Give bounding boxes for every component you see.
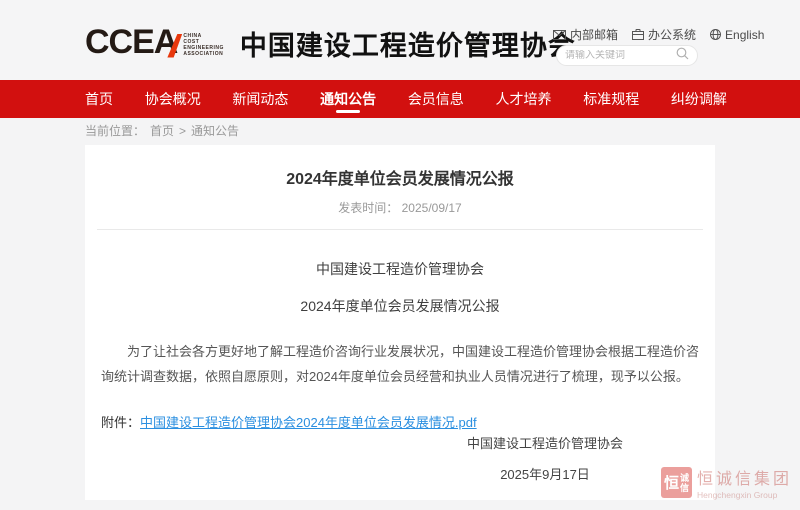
search-input[interactable] xyxy=(565,50,676,61)
nav-item-disputes[interactable]: 纠纷调解 xyxy=(671,80,727,118)
nav-item-notices[interactable]: 通知公告 xyxy=(320,80,376,118)
logo-letter-a-swoosh: A xyxy=(154,22,178,62)
article-body-heading-2: 2024年度单位会员发展情况公报 xyxy=(85,296,715,316)
breadcrumb-prefix: 当前位置： xyxy=(85,122,145,139)
breadcrumb: 当前位置： 首页 > 通知公告 xyxy=(85,122,239,139)
search-box[interactable] xyxy=(556,45,698,66)
internal-mail-label: 内部邮箱 xyxy=(570,26,618,43)
article-body-heading-1: 中国建设工程造价管理协会 xyxy=(85,259,715,279)
nav-item-members[interactable]: 会员信息 xyxy=(408,80,464,118)
article-card: 2024年度单位会员发展情况公报 发表时间： 2025/09/17 中国建设工程… xyxy=(85,145,715,500)
logo-subtext: CHINA COST ENGINEERING ASSOCIATION xyxy=(183,33,224,57)
english-label: English xyxy=(725,28,764,42)
hengchengxin-logo-icon: 恒 诚 信 xyxy=(661,467,692,498)
logo-acronym: CCEA xyxy=(85,22,177,62)
watermark: 恒 诚 信 恒诚信集团 Hengchengxin Group xyxy=(661,465,792,500)
watermark-logo-char: 恒 xyxy=(664,472,679,493)
article-paragraph: 为了让社会各方更好地了解工程造价咨询行业发展状况，中国建设工程造价管理协会根据工… xyxy=(101,339,699,389)
watermark-logo-char: 诚 xyxy=(680,473,689,483)
header: CCEA CHINA COST ENGINEERING ASSOCIATION … xyxy=(0,0,800,80)
english-link[interactable]: English xyxy=(710,28,764,42)
watermark-name: 恒诚信集团 xyxy=(697,465,792,489)
search-icon[interactable] xyxy=(676,47,689,65)
office-system-link[interactable]: 办公系统 xyxy=(632,26,696,43)
signature-block: 中国建设工程造价管理协会 2025年9月17日 xyxy=(430,433,660,483)
attachment-row: 附件：中国建设工程造价管理协会2024年度单位会员发展情况.pdf xyxy=(101,412,715,431)
nav-item-standards[interactable]: 标准规程 xyxy=(583,80,639,118)
attachment-label: 附件： xyxy=(101,415,140,430)
internal-mail-link[interactable]: 内部邮箱 xyxy=(553,26,618,43)
nav-item-talent[interactable]: 人才培养 xyxy=(496,80,552,118)
globe-icon xyxy=(710,29,721,40)
main-nav: 首页 协会概况 新闻动态 通知公告 会员信息 人才培养 标准规程 纠纷调解 xyxy=(0,80,800,118)
signature-date: 2025年9月17日 xyxy=(430,464,660,483)
mail-icon xyxy=(553,30,566,40)
nav-item-home[interactable]: 首页 xyxy=(85,80,113,118)
watermark-name-en: Hengchengxin Group xyxy=(697,490,792,500)
breadcrumb-current-link[interactable]: 通知公告 xyxy=(191,122,239,139)
title-divider xyxy=(97,229,703,230)
attachment-pdf-link[interactable]: 中国建设工程造价管理协会2024年度单位会员发展情况.pdf xyxy=(140,415,477,430)
site-logo[interactable]: CCEA CHINA COST ENGINEERING ASSOCIATION … xyxy=(85,20,576,63)
article-publish-time: 发表时间： 2025/09/17 xyxy=(85,199,715,216)
office-system-label: 办公系统 xyxy=(648,26,696,43)
breadcrumb-home-link[interactable]: 首页 xyxy=(150,122,174,139)
briefcase-icon xyxy=(632,29,644,40)
watermark-text: 恒诚信集团 Hengchengxin Group xyxy=(697,465,792,500)
watermark-logo-char: 信 xyxy=(680,483,689,493)
nav-item-about[interactable]: 协会概况 xyxy=(145,80,201,118)
nav-item-news[interactable]: 新闻动态 xyxy=(232,80,288,118)
article-title: 2024年度单位会员发展情况公报 xyxy=(85,165,715,189)
site-title: 中国建设工程造价管理协会 xyxy=(240,24,576,63)
breadcrumb-separator: > xyxy=(179,124,186,138)
signature-name: 中国建设工程造价管理协会 xyxy=(430,433,660,452)
logo-subtext-line: ASSOCIATION xyxy=(183,51,224,57)
topbar-links: 内部邮箱 办公系统 English xyxy=(553,26,764,43)
